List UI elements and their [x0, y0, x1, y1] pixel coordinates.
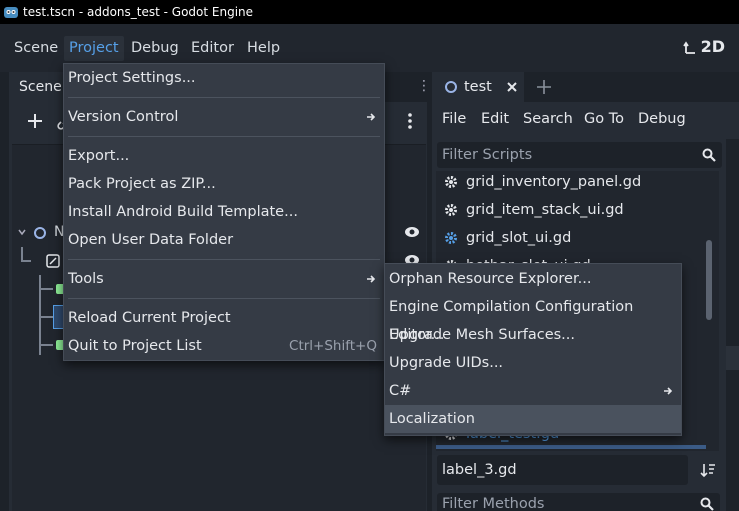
menu-item-label: C# — [389, 383, 412, 399]
add-tab-icon[interactable] — [537, 80, 551, 94]
menu-separator — [68, 136, 380, 137]
menu-scene[interactable]: Scene — [9, 36, 63, 61]
right-panel-strip — [726, 139, 739, 511]
visibility-eye-icon[interactable] — [404, 225, 420, 239]
menu-debug[interactable]: Debug — [126, 36, 184, 61]
menu-item-tools[interactable]: Tools — [64, 265, 384, 293]
menu-item-project-settings[interactable]: Project Settings... — [64, 64, 384, 92]
menu-help[interactable]: Help — [242, 36, 285, 61]
node-icon — [445, 81, 457, 93]
submenu-arrow-icon — [664, 387, 673, 395]
search-icon — [702, 148, 716, 162]
script-menu-edit[interactable]: Edit — [481, 111, 509, 127]
script-name: grid_item_stack_ui.gd — [466, 202, 624, 218]
close-icon[interactable] — [506, 81, 518, 93]
menu-item-label: Quit to Project List — [68, 338, 202, 354]
menu-editor[interactable]: Editor — [186, 36, 239, 61]
tab-label: test — [464, 79, 492, 95]
2d-mode-button[interactable]: 2D — [682, 37, 725, 56]
right-panel-strip-item[interactable] — [726, 346, 739, 370]
tab-test[interactable]: test — [432, 72, 524, 102]
menu-item-quit-to-list[interactable]: Quit to Project List Ctrl+Shift+Q — [64, 332, 384, 360]
script-list-scrollbar[interactable] — [706, 240, 712, 320]
menu-item-label: Tools — [68, 271, 104, 287]
filter-scripts-placeholder: Filter Scripts — [442, 147, 533, 163]
dock-options-icon[interactable]: ⋮ — [417, 78, 431, 94]
2d-viewport-icon — [682, 40, 695, 54]
menu-project[interactable]: Project — [64, 36, 124, 61]
menu-item-reload[interactable]: Reload Current Project — [64, 304, 384, 332]
menu-item-label: Install Android Build Template... — [68, 204, 298, 220]
menu-item-label: Open User Data Folder — [68, 232, 234, 248]
list-item[interactable]: grid_slot_ui.gd — [436, 224, 708, 252]
menu-item-orphan-explorer[interactable]: Orphan Resource Explorer... — [385, 265, 681, 293]
menu-item-version-control[interactable]: Version Control — [64, 103, 384, 131]
menu-item-localization[interactable]: Localization — [385, 405, 681, 433]
control-node-icon — [46, 254, 60, 268]
gear-icon — [445, 232, 457, 244]
menu-item-label: Version Control — [68, 109, 179, 125]
script-menu-debug[interactable]: Debug — [638, 111, 686, 127]
menu-item-install-android[interactable]: Install Android Build Template... — [64, 198, 384, 226]
current-script-field[interactable]: label_3.gd — [437, 455, 688, 485]
menu-item-engine-compilation[interactable]: Engine Compilation Configuration Editor.… — [385, 293, 681, 343]
chevron-down-icon[interactable] — [17, 227, 27, 237]
script-name: grid_slot_ui.gd — [466, 230, 572, 246]
menu-separator — [68, 298, 380, 299]
menu-item-label: Localization — [389, 411, 475, 427]
scene-options-icon[interactable] — [408, 112, 412, 130]
script-menu-goto[interactable]: Go To — [584, 111, 624, 127]
window-title: test.tscn - addons_test - Godot Engine — [23, 5, 254, 19]
gear-icon — [445, 204, 457, 216]
filter-scripts-input[interactable]: Filter Scripts — [437, 142, 722, 168]
menu-item-label: Project Settings... — [68, 70, 196, 86]
menu-separator — [68, 97, 380, 98]
selected-script-indicator — [436, 445, 706, 449]
menu-item-label: Export... — [68, 148, 130, 164]
node-icon — [34, 227, 46, 239]
menu-item-label: Upgrade Mesh Surfaces... — [389, 327, 576, 343]
gear-icon — [445, 176, 457, 188]
menu-item-shortcut: Ctrl+Shift+Q — [289, 338, 377, 354]
menu-item-csharp[interactable]: C# — [385, 377, 681, 405]
menu-item-label: Pack Project as ZIP... — [68, 176, 216, 192]
2d-mode-label: 2D — [700, 37, 725, 56]
menu-item-export[interactable]: Export... — [64, 142, 384, 170]
project-menu-popup: Project Settings... Version Control Expo… — [63, 63, 385, 361]
script-menu-search[interactable]: Search — [523, 111, 573, 127]
menu-item-upgrade-uids[interactable]: Upgrade UIDs... — [385, 349, 681, 377]
godot-logo-icon — [4, 7, 18, 18]
menu-item-open-user-data[interactable]: Open User Data Folder — [64, 226, 384, 254]
menu-item-label: Orphan Resource Explorer... — [389, 271, 592, 287]
menu-item-label: Upgrade UIDs... — [389, 355, 504, 371]
menu-separator — [68, 259, 380, 260]
script-menu-file[interactable]: File — [442, 111, 466, 127]
menu-item-label: Reload Current Project — [68, 310, 231, 326]
add-node-icon[interactable] — [26, 112, 44, 130]
list-item[interactable]: grid_inventory_panel.gd — [436, 171, 708, 196]
submenu-arrow-icon — [367, 275, 376, 283]
script-name: grid_inventory_panel.gd — [466, 174, 642, 190]
window-titlebar: test.tscn - addons_test - Godot Engine — [0, 0, 739, 24]
menu-item-pack-zip[interactable]: Pack Project as ZIP... — [64, 170, 384, 198]
menu-item-upgrade-mesh[interactable]: Upgrade Mesh Surfaces... — [385, 321, 681, 349]
filter-methods-input[interactable]: Filter Methods — [437, 493, 720, 511]
script-menubar: File Edit Search Go To Debug — [432, 102, 739, 138]
tools-submenu-popup: Orphan Resource Explorer... Engine Compi… — [384, 263, 682, 436]
tab-scene[interactable]: Scene — [9, 72, 69, 102]
list-item[interactable]: grid_item_stack_ui.gd — [436, 196, 708, 224]
search-icon — [700, 497, 714, 511]
script-tabbar: test — [432, 72, 739, 102]
submenu-arrow-icon — [367, 113, 376, 121]
sort-icon[interactable] — [700, 462, 716, 478]
